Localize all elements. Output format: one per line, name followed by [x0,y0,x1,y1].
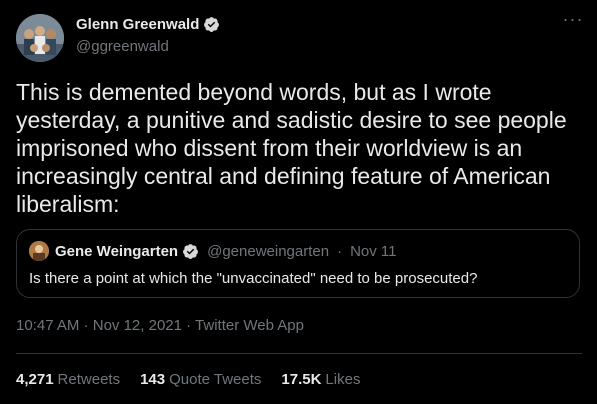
group-photo-icon [16,14,64,62]
quoted-author-avatar[interactable] [29,241,49,261]
quote-tweets-label: Quote Tweets [169,371,262,388]
retweets-label: Retweets [57,371,121,388]
likes-stat[interactable]: 17.5K Likes [281,371,360,388]
quoted-author-name[interactable]: Gene Weingarten [55,243,178,260]
tweet-text: This is demented beyond words, but as I … [16,79,567,217]
likes-count: 17.5K [281,371,322,388]
author-name[interactable]: Glenn Greenwald [76,16,199,33]
quoted-author-handle[interactable]: @geneweingarten [207,243,329,260]
tweet-date[interactable]: Nov 12, 2021 [93,317,182,334]
quoted-tweet-text: Is there a point at which the "unvaccina… [29,270,478,287]
timestamp-separator: · [83,317,89,334]
quoted-separator: · [337,243,343,260]
verified-badge-icon [204,17,220,32]
portrait-icon [29,241,49,261]
engagement-stats: 4,271 Retweets 143 Quote Tweets 17.5K Likes [16,371,360,388]
divider [16,353,582,354]
more-options-icon[interactable]: ··· [562,10,584,34]
quote-tweets-stat[interactable]: 143 Quote Tweets [140,371,261,388]
quote-tweets-count: 143 [140,371,166,388]
tweet-timestamp: 10:47 AM · Nov 12, 2021 · Twitter Web Ap… [16,317,304,334]
likes-label: Likes [325,371,361,388]
timestamp-separator: · [186,317,192,334]
verified-badge-icon [183,244,199,259]
retweets-stat[interactable]: 4,271 Retweets [16,371,120,388]
tweet-source[interactable]: Twitter Web App [195,317,304,334]
author-avatar[interactable] [16,14,64,62]
quoted-date[interactable]: Nov 11 [350,243,396,260]
author-handle[interactable]: @ggreenwald [76,38,169,55]
author-name-row[interactable]: Glenn Greenwald [76,16,220,33]
retweets-count: 4,271 [16,371,54,388]
quoted-tweet[interactable]: Gene Weingarten @geneweingarten · Nov 11… [16,229,580,298]
tweet-time[interactable]: 10:47 AM [16,317,79,334]
quoted-author-row: Gene Weingarten @geneweingarten · Nov 11 [55,243,397,260]
